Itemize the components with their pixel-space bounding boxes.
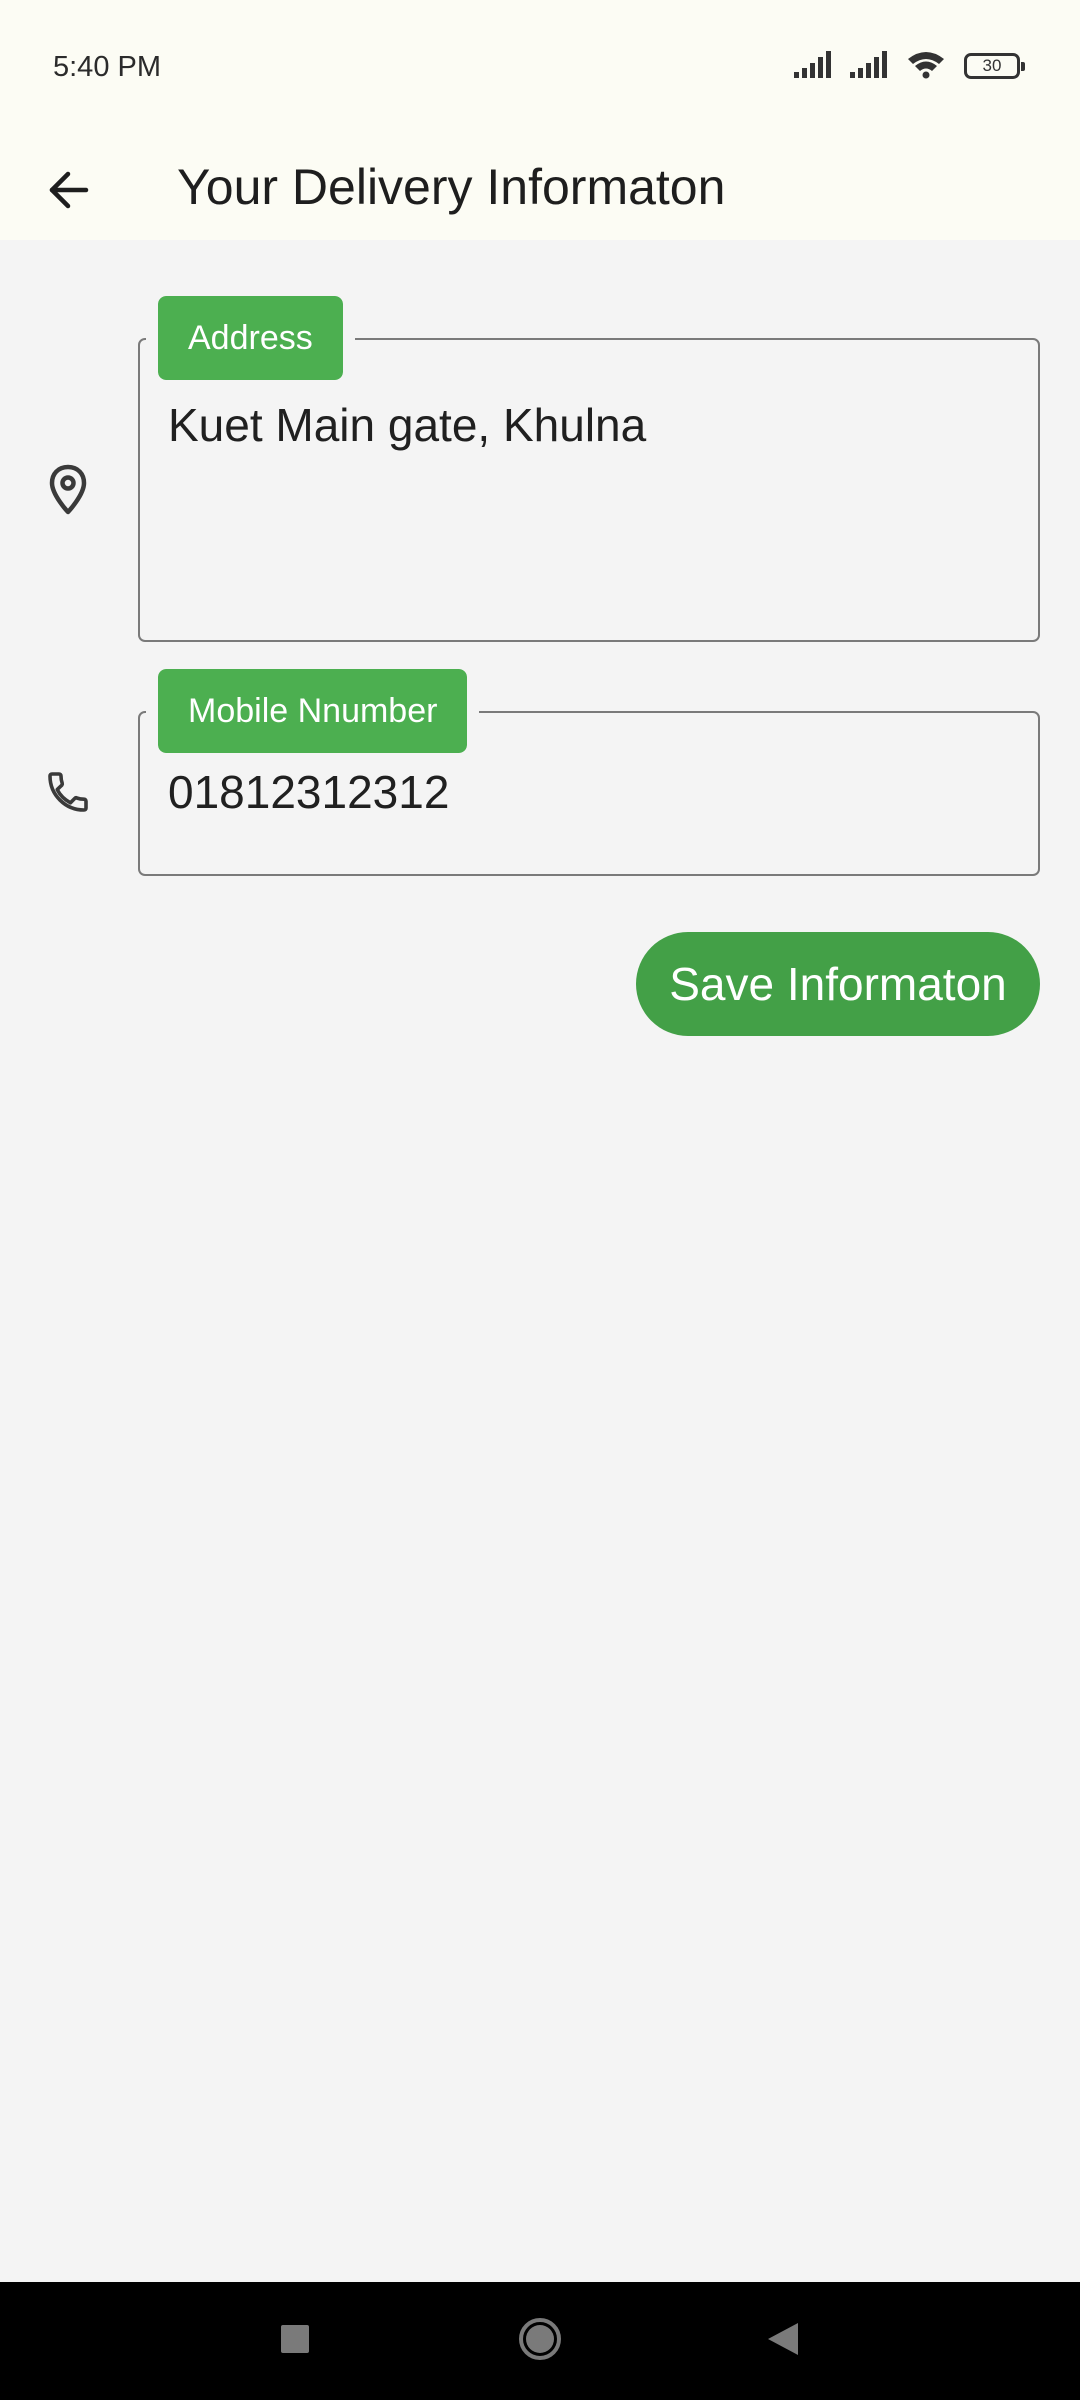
cellular-signal-icon [850, 50, 894, 83]
system-back-button[interactable] [750, 2308, 816, 2374]
status-icons: 30 [794, 46, 1025, 86]
save-information-button[interactable]: Save Informaton [636, 932, 1040, 1036]
address-field[interactable]: Address [138, 284, 1040, 642]
page-title: Your Delivery Informaton [177, 159, 726, 215]
battery-level: 30 [982, 56, 1002, 75]
system-navigation-bar [0, 2282, 1080, 2400]
mobile-number-input[interactable] [168, 765, 1008, 819]
location-pin-icon [38, 460, 98, 520]
home-circle-icon [518, 2317, 562, 2366]
address-label: Address [146, 284, 355, 392]
back-button[interactable] [38, 162, 98, 222]
battery-icon: 30 [964, 53, 1025, 79]
mobile-number-field[interactable]: Mobile Nnumber [138, 657, 1040, 876]
app-bar: Your Delivery Informaton [0, 134, 1080, 240]
phone-icon [38, 762, 98, 822]
status-bar: 5:40 PM 30 [0, 0, 1080, 134]
home-button[interactable] [507, 2308, 573, 2374]
cellular-signal-icon [794, 50, 838, 83]
arrow-back-icon [46, 170, 90, 215]
recents-button[interactable] [262, 2308, 328, 2374]
status-time: 5:40 PM [53, 51, 161, 83]
address-input[interactable] [168, 398, 1008, 452]
wifi-icon [906, 49, 946, 84]
recents-square-icon [280, 2324, 310, 2359]
back-triangle-icon [766, 2321, 800, 2362]
mobile-number-label: Mobile Nnumber [145, 657, 480, 765]
